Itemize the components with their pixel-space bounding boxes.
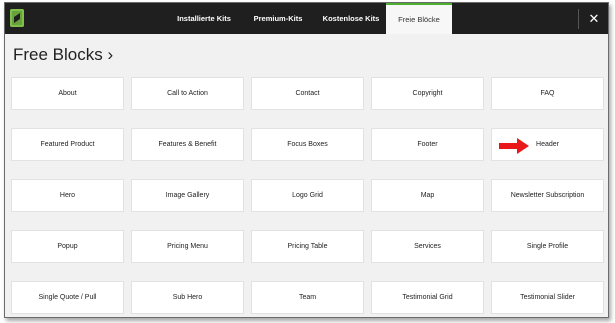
- block-sub-hero[interactable]: Sub Hero: [131, 281, 244, 314]
- tab-bar: Installierte Kits Premium-Kits Kostenlos…: [5, 3, 608, 34]
- block-label: Copyright: [412, 90, 443, 97]
- block-label: Image Gallery: [165, 192, 210, 199]
- tab-installed-kits[interactable]: Installierte Kits: [167, 3, 241, 34]
- block-label: Pricing Table: [287, 243, 328, 250]
- block-single-profile[interactable]: Single Profile: [491, 230, 604, 263]
- block-testimonial-slider[interactable]: Testimonial Slider: [491, 281, 604, 314]
- block-label: Popup: [57, 243, 78, 250]
- block-image-gallery[interactable]: Image Gallery: [131, 179, 244, 212]
- close-icon[interactable]: ✕: [585, 9, 603, 29]
- block-label: Hero: [59, 192, 76, 199]
- block-label: Header: [536, 141, 559, 148]
- block-features-benefit[interactable]: Features & Benefit: [131, 128, 244, 161]
- block-pricing-table[interactable]: Pricing Table: [251, 230, 364, 263]
- tab-premium-kits[interactable]: Premium-Kits: [242, 3, 314, 34]
- block-label: Focus Boxes: [287, 141, 328, 148]
- tab-free-blocks[interactable]: Freie Blöcke: [386, 3, 452, 34]
- block-faq[interactable]: FAQ: [491, 77, 604, 110]
- block-popup[interactable]: Popup: [11, 230, 124, 263]
- block-label: Testimonial Slider: [520, 294, 575, 301]
- top-bar: Installierte Kits Premium-Kits Kostenlos…: [5, 3, 608, 34]
- block-label: Contact: [295, 90, 320, 97]
- block-label: Footer: [417, 141, 438, 148]
- block-map[interactable]: Map: [371, 179, 484, 212]
- block-label: Testimonial Grid: [402, 294, 453, 301]
- block-about[interactable]: About: [11, 77, 124, 110]
- block-label: FAQ: [540, 90, 555, 97]
- block-contact[interactable]: Contact: [251, 77, 364, 110]
- blocks-grid: About Call to Action Contact Copyright F…: [11, 77, 604, 314]
- block-label: Logo Grid: [292, 192, 323, 199]
- block-label: Team: [298, 294, 317, 301]
- block-label: Map: [420, 192, 435, 199]
- block-services[interactable]: Services: [371, 230, 484, 263]
- block-label: Newsletter Subscription: [510, 192, 585, 199]
- block-label: Single Quote / Pull: [38, 294, 97, 301]
- block-footer[interactable]: Footer: [371, 128, 484, 161]
- block-focus-boxes[interactable]: Focus Boxes: [251, 128, 364, 161]
- block-call-to-action[interactable]: Call to Action: [131, 77, 244, 110]
- block-single-quote-pull[interactable]: Single Quote / Pull: [11, 281, 124, 314]
- block-hero[interactable]: Hero: [11, 179, 124, 212]
- block-header[interactable]: Header: [491, 128, 604, 161]
- block-label: Services: [414, 243, 441, 250]
- block-featured-product[interactable]: Featured Product: [11, 128, 124, 161]
- page-title: Free Blocks ›: [13, 45, 114, 64]
- red-arrow-icon: [499, 138, 529, 154]
- block-copyright[interactable]: Copyright: [371, 77, 484, 110]
- block-label: Pricing Menu: [167, 243, 208, 250]
- toolbar-divider: [578, 9, 579, 29]
- app-window: Installierte Kits Premium-Kits Kostenlos…: [4, 2, 609, 318]
- block-newsletter-subscription[interactable]: Newsletter Subscription: [491, 179, 604, 212]
- block-logo-grid[interactable]: Logo Grid: [251, 179, 364, 212]
- tab-free-kits[interactable]: Kostenlose Kits: [315, 3, 387, 34]
- block-testimonial-grid[interactable]: Testimonial Grid: [371, 281, 484, 314]
- block-label: Featured Product: [40, 141, 95, 148]
- block-team[interactable]: Team: [251, 281, 364, 314]
- block-label: About: [58, 90, 77, 97]
- block-pricing-menu[interactable]: Pricing Menu: [131, 230, 244, 263]
- block-label: Single Profile: [526, 243, 569, 250]
- block-label: Features & Benefit: [158, 141, 217, 148]
- block-label: Call to Action: [167, 90, 208, 97]
- block-label: Sub Hero: [172, 294, 203, 301]
